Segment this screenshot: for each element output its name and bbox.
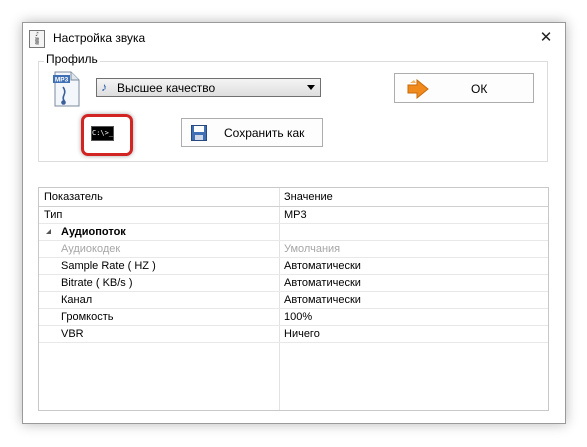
row-value[interactable]: Автоматически [284, 277, 361, 289]
grid-row-bitrate[interactable]: Bitrate ( KB/s ) Автоматически [39, 275, 548, 292]
properties-grid: Показатель Значение Тип MP3 Аудиопоток А… [38, 187, 549, 411]
row-value[interactable]: Ничего [284, 328, 320, 340]
collapse-triangle-icon[interactable] [46, 229, 51, 234]
row-name: VBR [61, 328, 84, 340]
command-line-button[interactable]: C:\>_ [91, 126, 114, 141]
row-name: Аудиокодек [61, 243, 121, 255]
row-name: Тип [44, 209, 63, 221]
row-name: Громкость [61, 311, 114, 323]
arrow-right-icon [407, 79, 429, 99]
sound-settings-dialog: ♪ ▒ Настройка звука ✕ Профиль MP3 ♪ Высше… [22, 22, 566, 424]
app-icon: ♪ ▒ [29, 30, 45, 48]
profile-legend: Профиль [44, 52, 100, 66]
grid-row-vbr[interactable]: VBR Ничего [39, 326, 548, 343]
section-label: Аудиопоток [61, 226, 126, 238]
column-header-value[interactable]: Значение [284, 191, 333, 203]
music-note-icon: ♪ [101, 80, 107, 94]
ok-button-label: ОК [471, 82, 488, 96]
close-button[interactable]: ✕ [531, 26, 561, 50]
row-value[interactable]: MP3 [284, 209, 307, 221]
row-name: Bitrate ( KB/s ) [61, 277, 133, 289]
mp3-icon-label: MP3 [55, 77, 69, 84]
floppy-disk-icon [191, 125, 207, 141]
grid-row-type[interactable]: Тип MP3 [39, 207, 548, 224]
save-as-label: Сохранить как [224, 126, 305, 140]
mp3-file-icon: MP3 [53, 71, 81, 107]
profile-select[interactable]: ♪ Высшее качество [96, 78, 321, 97]
row-value[interactable]: Автоматически [284, 294, 361, 306]
grid-row-audiocodec: Аудиокодек Умолчания [39, 241, 548, 258]
command-line-icon: C:\>_ [92, 129, 114, 137]
row-value: Умолчания [284, 243, 341, 255]
grid-row-volume[interactable]: Громкость 100% [39, 309, 548, 326]
save-as-button[interactable]: Сохранить как [181, 118, 323, 147]
grid-header: Показатель Значение [39, 188, 548, 207]
row-value[interactable]: 100% [284, 311, 312, 323]
title-bar: ♪ ▒ Настройка звука ✕ [23, 23, 565, 53]
row-name: Канал [61, 294, 93, 306]
chevron-down-icon [307, 85, 315, 90]
grid-section-audiostream[interactable]: Аудиопоток [39, 224, 548, 241]
grid-row-sample-rate[interactable]: Sample Rate ( HZ ) Автоматически [39, 258, 548, 275]
row-name: Sample Rate ( HZ ) [61, 260, 156, 272]
row-value[interactable]: Автоматически [284, 260, 361, 272]
ok-button[interactable]: ОК [394, 73, 534, 103]
column-header-parameter[interactable]: Показатель [44, 191, 103, 203]
profile-select-value: Высшее качество [117, 81, 216, 95]
window-title: Настройка звука [53, 31, 146, 45]
grid-row-channel[interactable]: Канал Автоматически [39, 292, 548, 309]
